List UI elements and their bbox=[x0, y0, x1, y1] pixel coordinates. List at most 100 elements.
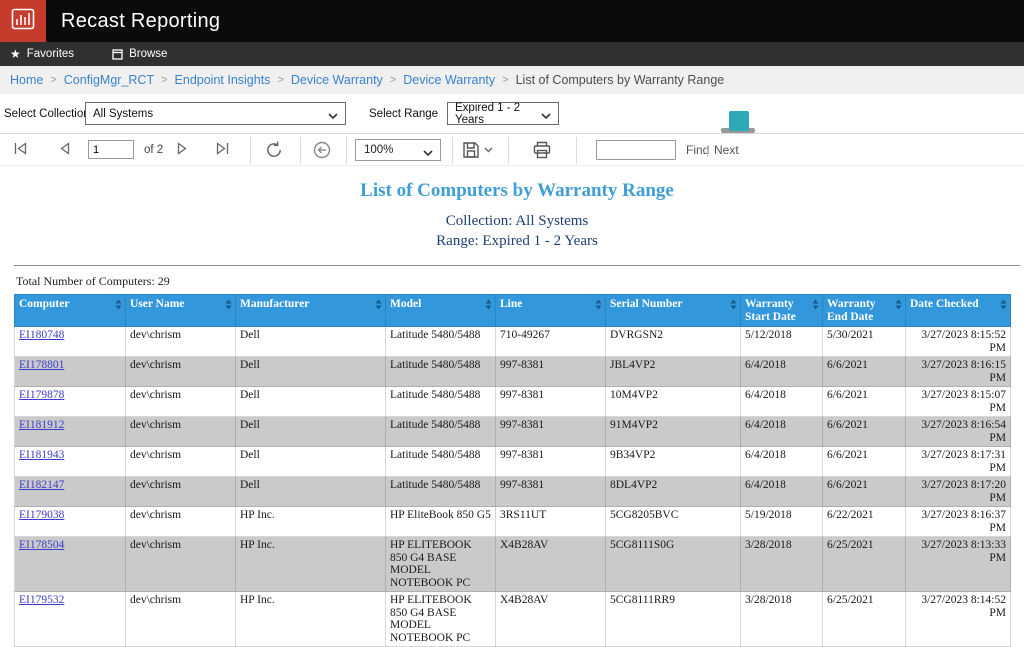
sort-icon[interactable] bbox=[225, 299, 232, 314]
table-cell: dev\chrism bbox=[126, 447, 236, 477]
table-cell: 3/27/2023 8:15:52 PM bbox=[906, 327, 1011, 357]
table-cell: 3/27/2023 8:16:15 PM bbox=[906, 357, 1011, 387]
table-cell: 5CG8205BVC bbox=[606, 507, 741, 537]
column-header-label: Date Checked bbox=[910, 298, 979, 311]
find-next-link[interactable]: Next bbox=[714, 143, 739, 157]
computer-link[interactable]: EI179532 bbox=[19, 594, 64, 606]
computer-link[interactable]: EI178504 bbox=[19, 539, 64, 551]
sort-icon[interactable] bbox=[485, 299, 492, 314]
column-header[interactable]: Serial Number bbox=[606, 295, 741, 327]
report-table-body: EI180748dev\chrismDellLatitude 5480/5488… bbox=[15, 327, 1011, 647]
column-header-label: Warranty Start Date bbox=[745, 298, 811, 323]
table-cell: 6/4/2018 bbox=[741, 357, 823, 387]
table-cell: 10M4VP2 bbox=[606, 387, 741, 417]
toolbar-separator bbox=[346, 137, 347, 164]
sort-icon[interactable] bbox=[375, 299, 382, 314]
nav-browse-label: Browse bbox=[129, 48, 167, 60]
breadcrumb-item[interactable]: Device Warranty bbox=[403, 73, 495, 87]
column-header[interactable]: Warranty End Date bbox=[823, 295, 906, 327]
chevron-down-icon bbox=[484, 147, 493, 153]
computer-link[interactable]: EI182147 bbox=[19, 479, 64, 491]
table-cell: X4B28AV bbox=[496, 592, 606, 647]
table-cell: 6/4/2018 bbox=[741, 447, 823, 477]
table-cell: 6/4/2018 bbox=[741, 417, 823, 447]
table-cell: EI179878 bbox=[15, 387, 126, 417]
column-header[interactable]: Line bbox=[496, 295, 606, 327]
computer-link[interactable]: EI179878 bbox=[19, 389, 64, 401]
sort-icon[interactable] bbox=[730, 299, 737, 314]
collection-select[interactable]: All Systems bbox=[85, 102, 346, 125]
panel-toggle-button[interactable] bbox=[729, 111, 749, 131]
report-viewer: List of Computers by Warranty Range Coll… bbox=[0, 166, 1024, 520]
range-select[interactable]: Expired 1 - 2 Years bbox=[447, 102, 559, 125]
report-toolbar: of 2 100% bbox=[0, 133, 1024, 166]
breadcrumb-item[interactable]: Endpoint Insights bbox=[175, 73, 271, 87]
table-cell: 6/6/2021 bbox=[823, 387, 906, 417]
column-header-label: Line bbox=[500, 298, 522, 311]
find-input[interactable] bbox=[596, 140, 676, 160]
table-cell: dev\chrism bbox=[126, 387, 236, 417]
column-header[interactable]: Warranty Start Date bbox=[741, 295, 823, 327]
breadcrumb-item[interactable]: Home bbox=[10, 73, 43, 87]
sort-icon[interactable] bbox=[1000, 299, 1007, 314]
table-cell: Latitude 5480/5488 bbox=[386, 477, 496, 507]
table-cell: dev\chrism bbox=[126, 592, 236, 647]
refresh-button[interactable] bbox=[264, 140, 284, 160]
table-cell: dev\chrism bbox=[126, 537, 236, 592]
column-header[interactable]: Model bbox=[386, 295, 496, 327]
table-cell: Dell bbox=[236, 387, 386, 417]
toolbar-separator bbox=[508, 137, 509, 164]
computer-link[interactable]: EI179038 bbox=[19, 509, 64, 521]
first-page-button[interactable] bbox=[12, 141, 29, 156]
sort-icon[interactable] bbox=[595, 299, 602, 314]
table-cell: HP ELITEBOOK 850 G4 BASE MODEL NOTEBOOK … bbox=[386, 537, 496, 592]
breadcrumb-item[interactable]: ConfigMgr_RCT bbox=[64, 73, 154, 87]
sort-icon[interactable] bbox=[115, 299, 122, 314]
range-select-value: Expired 1 - 2 Years bbox=[455, 102, 536, 126]
table-cell: Dell bbox=[236, 327, 386, 357]
table-cell: 6/6/2021 bbox=[823, 417, 906, 447]
computer-link[interactable]: EI178801 bbox=[19, 359, 64, 371]
computer-link[interactable]: EI180748 bbox=[19, 329, 64, 341]
breadcrumb-item[interactable]: Device Warranty bbox=[291, 73, 383, 87]
table-cell: 997-8381 bbox=[496, 357, 606, 387]
table-cell: 997-8381 bbox=[496, 417, 606, 447]
table-cell: EI180748 bbox=[15, 327, 126, 357]
column-header-label: User Name bbox=[130, 298, 184, 311]
print-button[interactable] bbox=[532, 140, 552, 160]
column-header[interactable]: Computer bbox=[15, 295, 126, 327]
nav-browse[interactable]: Browse bbox=[102, 42, 177, 66]
column-header[interactable]: Date Checked bbox=[906, 295, 1011, 327]
sort-icon[interactable] bbox=[895, 299, 902, 314]
table-cell: 5CG8111S0G bbox=[606, 537, 741, 592]
breadcrumb-separator: > bbox=[50, 74, 56, 86]
table-row: EI179038dev\chrismHP Inc.HP EliteBook 85… bbox=[15, 507, 1011, 537]
table-cell: 8DL4VP2 bbox=[606, 477, 741, 507]
table-cell: HP Inc. bbox=[236, 507, 386, 537]
range-label: Select Range bbox=[369, 108, 438, 120]
computer-link[interactable]: EI181943 bbox=[19, 449, 64, 461]
nav-favorites[interactable]: ★ Favorites bbox=[0, 42, 84, 66]
column-header-label: Model bbox=[390, 298, 421, 311]
table-cell: dev\chrism bbox=[126, 327, 236, 357]
export-button[interactable] bbox=[462, 141, 493, 159]
next-page-button[interactable] bbox=[176, 141, 189, 156]
previous-page-button[interactable] bbox=[58, 141, 71, 156]
table-cell: Dell bbox=[236, 477, 386, 507]
report-title: List of Computers by Warranty Range bbox=[14, 180, 1020, 202]
table-cell: HP Inc. bbox=[236, 537, 386, 592]
report-table-header-row: Computer User Name Manufacturer Model Line Se… bbox=[15, 295, 1011, 327]
recast-logo[interactable] bbox=[0, 0, 46, 42]
table-cell: EI182147 bbox=[15, 477, 126, 507]
column-header[interactable]: User Name bbox=[126, 295, 236, 327]
table-cell: 6/4/2018 bbox=[741, 477, 823, 507]
table-cell: 3/27/2023 8:17:31 PM bbox=[906, 447, 1011, 477]
sort-icon[interactable] bbox=[812, 299, 819, 314]
last-page-button[interactable] bbox=[214, 141, 231, 156]
column-header[interactable]: Manufacturer bbox=[236, 295, 386, 327]
computer-link[interactable]: EI181912 bbox=[19, 419, 64, 431]
back-button[interactable] bbox=[312, 140, 332, 160]
zoom-select[interactable]: 100% bbox=[355, 139, 441, 161]
table-cell: 997-8381 bbox=[496, 387, 606, 417]
page-number-input[interactable] bbox=[88, 140, 134, 159]
